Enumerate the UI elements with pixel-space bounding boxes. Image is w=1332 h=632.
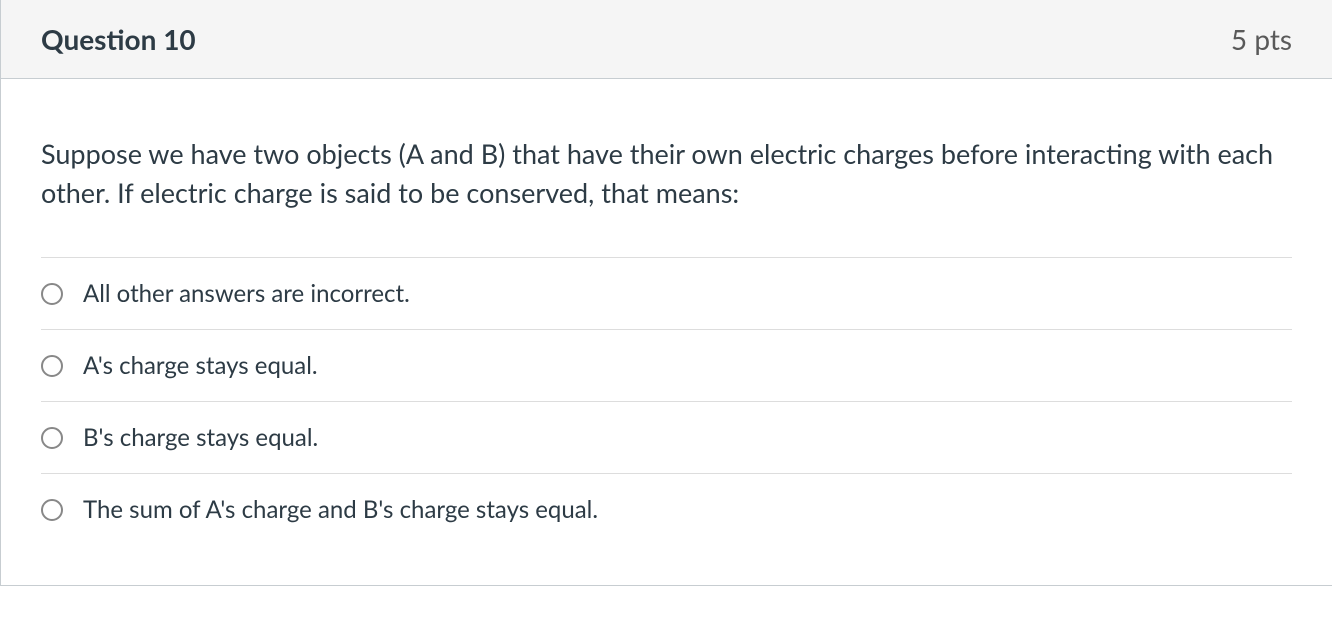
- answer-option[interactable]: A's charge stays equal.: [41, 329, 1292, 401]
- radio-input[interactable]: [41, 499, 63, 521]
- answer-option[interactable]: The sum of A's charge and B's charge sta…: [41, 473, 1292, 545]
- answer-label: A's charge stays equal.: [83, 351, 318, 380]
- radio-input[interactable]: [41, 283, 63, 305]
- question-text: Suppose we have two objects (A and B) th…: [41, 134, 1292, 212]
- radio-input[interactable]: [41, 355, 63, 377]
- radio-input[interactable]: [41, 427, 63, 449]
- answer-label: All other answers are incorrect.: [83, 279, 410, 308]
- question-body: Suppose we have two objects (A and B) th…: [1, 79, 1332, 585]
- answer-label: B's charge stays equal.: [83, 423, 318, 452]
- question-points: 5 pts: [1231, 22, 1292, 56]
- answers-list: All other answers are incorrect. A's cha…: [41, 257, 1292, 545]
- answer-label: The sum of A's charge and B's charge sta…: [83, 495, 598, 524]
- answer-option[interactable]: B's charge stays equal.: [41, 401, 1292, 473]
- question-header: Question 10 5 pts: [1, 0, 1332, 79]
- answer-option[interactable]: All other answers are incorrect.: [41, 257, 1292, 329]
- question-container: Question 10 5 pts Suppose we have two ob…: [0, 0, 1332, 586]
- question-title: Question 10: [41, 22, 196, 56]
